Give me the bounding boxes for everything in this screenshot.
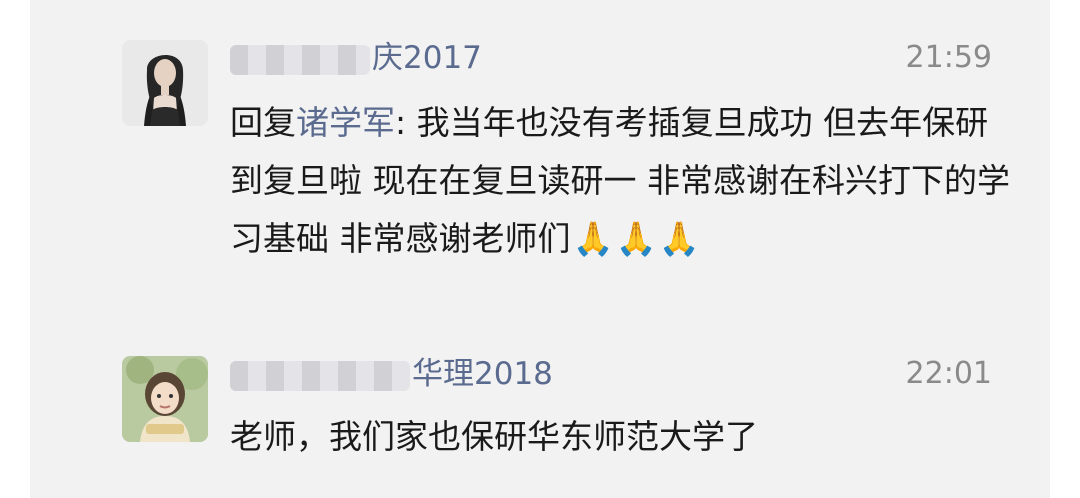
comment-panel: 庆2017 21:59 回复诸学军: 我当年也没有考插复旦成功 但去年保研到复旦… xyxy=(30,0,1050,498)
avatar[interactable] xyxy=(122,40,208,126)
comment-author-name[interactable]: 庆2017 xyxy=(230,38,482,78)
pray-emoji-icon: 🙏 xyxy=(572,219,614,258)
avatar-photo-icon xyxy=(122,356,208,442)
avatar-photo-icon xyxy=(122,40,208,126)
comment-time: 22:01 xyxy=(905,356,992,391)
comment-text: 老师，我们家也保研华东师范大学了 xyxy=(230,417,758,456)
comment-item: 庆2017 21:59 回复诸学军: 我当年也没有考插复旦成功 但去年保研到复旦… xyxy=(30,0,1050,330)
comment-item: 华理2018 22:01 老师，我们家也保研华东师范大学了 xyxy=(30,340,1050,498)
reply-to-name[interactable]: 诸学军 xyxy=(296,103,395,142)
blurred-name-mask xyxy=(230,360,410,391)
pray-emoji-icon: 🙏 xyxy=(615,219,657,258)
avatar[interactable] xyxy=(122,356,208,442)
pray-emoji-icon: 🙏 xyxy=(658,219,700,258)
comment-author-name[interactable]: 华理2018 xyxy=(230,354,553,394)
reply-prefix: 回复 xyxy=(230,103,296,142)
reply-colon: : xyxy=(395,103,417,142)
blurred-name-mask xyxy=(230,44,370,75)
comment-time: 21:59 xyxy=(905,40,992,75)
comment-text: 回复诸学军: 我当年也没有考插复旦成功 但去年保研到复旦啦 现在在复旦读研一 非… xyxy=(230,94,1010,268)
